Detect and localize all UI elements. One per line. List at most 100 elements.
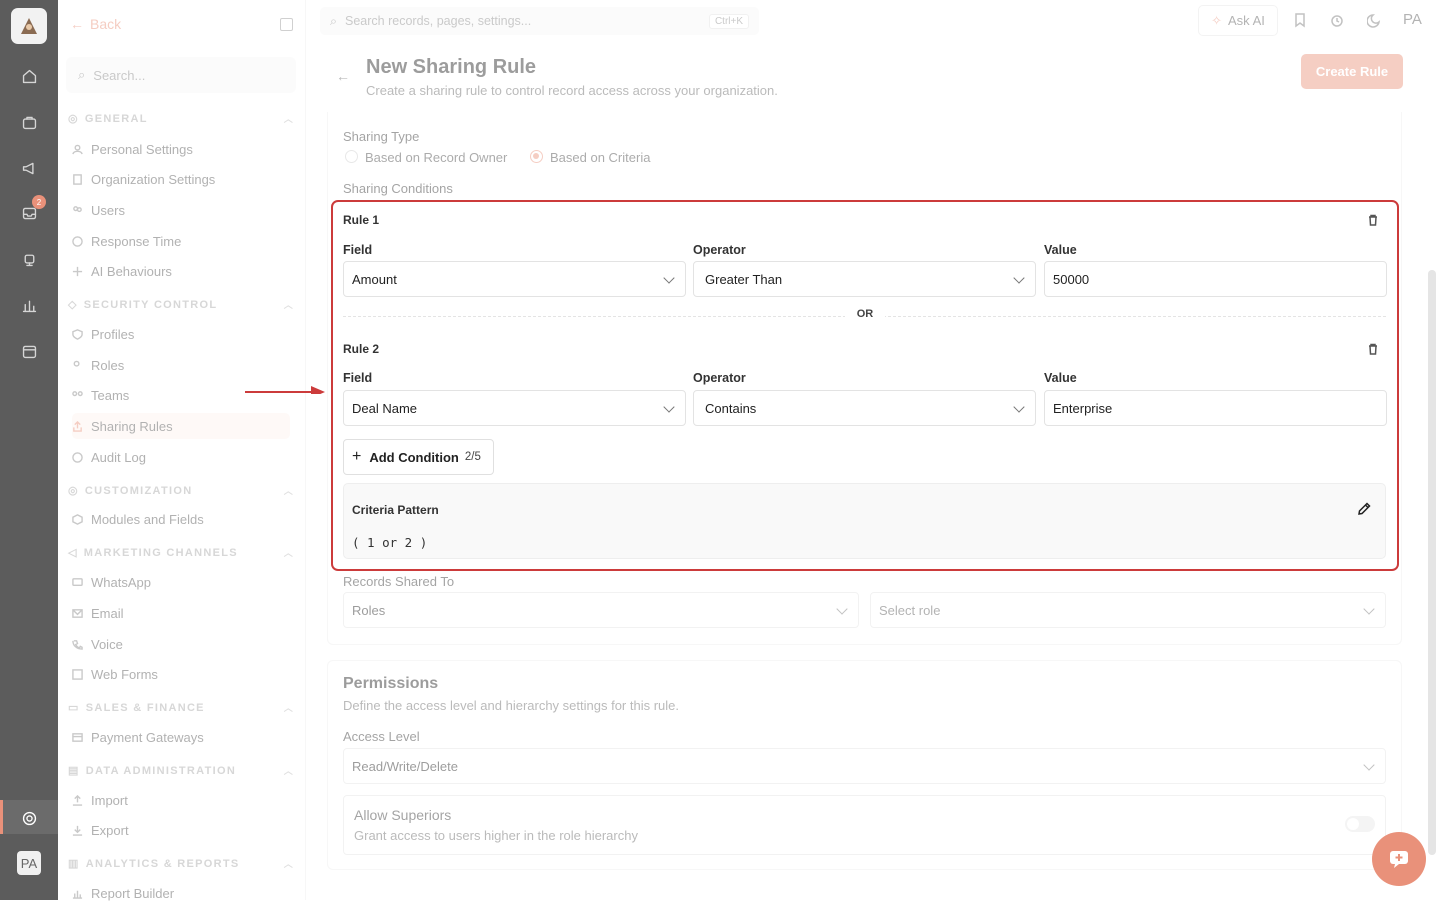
sidebar-item-profiles[interactable]: Profiles xyxy=(72,321,290,347)
radio-record-owner[interactable] xyxy=(345,150,358,163)
global-search-placeholder: Search records, pages, settings... xyxy=(345,14,532,28)
criteria-pattern-value: ( 1 or 2 ) xyxy=(352,535,428,550)
section-general[interactable]: ◎ GENERAL ︿ xyxy=(68,112,294,126)
sidebar-item-email[interactable]: Email xyxy=(72,600,290,626)
sidebar-item-modules-fields[interactable]: Modules and Fields xyxy=(72,506,290,532)
select-role-dropdown[interactable]: Select role xyxy=(870,592,1386,628)
sidebar-item-import[interactable]: Import xyxy=(72,787,290,813)
section-marketing-channels[interactable]: ◁ MARKETING CHANNELS ︿ xyxy=(68,546,294,560)
section-security-control[interactable]: ◇ SECURITY CONTROL ︿ xyxy=(68,298,294,312)
chevron-down-icon xyxy=(1013,272,1025,284)
section-sales-finance[interactable]: ▭ SALES & FINANCE ︿ xyxy=(68,701,294,715)
section-customization[interactable]: ◎ CUSTOMIZATION ︿ xyxy=(68,484,294,498)
pencil-icon[interactable] xyxy=(1357,502,1371,521)
sidebar-item-label: AI Behaviours xyxy=(91,263,172,279)
chevron-up-icon: ︿ xyxy=(283,859,294,869)
section-label: ANALYTICS & REPORTS xyxy=(85,857,240,870)
sidebar-item-personal-settings[interactable]: Personal Settings xyxy=(72,136,290,162)
rule-2-field-select[interactable]: Deal Name xyxy=(343,390,686,426)
trash-icon[interactable] xyxy=(1367,213,1379,226)
user-avatar[interactable]: PA xyxy=(1403,11,1422,28)
home-icon[interactable] xyxy=(19,66,39,86)
sidebar-item-export[interactable]: Export xyxy=(72,817,290,843)
create-rule-button[interactable]: Create Rule xyxy=(1301,54,1403,89)
ask-ai-label: Ask AI xyxy=(1228,13,1265,28)
sidebar-item-ai-behaviours[interactable]: AI Behaviours xyxy=(72,258,290,284)
chevron-down-icon xyxy=(836,603,848,615)
users-icon xyxy=(73,205,82,212)
upload-icon xyxy=(72,794,83,806)
arrow-left-icon[interactable]: ← xyxy=(336,68,350,84)
section-label: DATA ADMINISTRATION xyxy=(85,764,237,777)
sidebar-item-response-time[interactable]: Response Time xyxy=(72,228,290,254)
rule-1-field-select[interactable]: Amount xyxy=(343,261,686,297)
avatar[interactable]: PA xyxy=(17,851,41,875)
sidebar-item-whatsapp[interactable]: WhatsApp xyxy=(72,569,290,595)
sidebar-item-report-builder[interactable]: Report Builder xyxy=(72,880,290,906)
rule-2-value-input[interactable]: Enterprise xyxy=(1044,390,1387,426)
sparkle-icon xyxy=(72,266,83,276)
field-label: Field xyxy=(343,371,373,385)
ask-ai-button[interactable]: ✧ Ask AI xyxy=(1198,5,1278,36)
allow-superiors-toggle[interactable] xyxy=(1345,816,1375,832)
sidebar-search-placeholder: Search... xyxy=(93,67,146,83)
megaphone-icon[interactable] xyxy=(19,158,39,178)
sidebar-item-audit-log[interactable]: Audit Log xyxy=(72,444,290,470)
rule-1-operator-select[interactable]: Greater Than xyxy=(693,261,1036,297)
sidebar-item-voice[interactable]: Voice xyxy=(72,631,290,657)
chevron-up-icon: ︿ xyxy=(283,548,294,558)
chat-icon xyxy=(72,577,83,586)
sidebar-item-label: WhatsApp xyxy=(91,574,151,590)
access-level-select[interactable]: Read/Write/Delete xyxy=(343,748,1386,784)
database-icon: ▤ xyxy=(68,765,80,777)
criteria-pattern-label: Criteria Pattern xyxy=(352,503,439,517)
scrollbar[interactable] xyxy=(1428,270,1436,855)
sidebar-item-label: Personal Settings xyxy=(91,141,193,157)
sidebar-item-roles[interactable]: Roles xyxy=(72,352,290,378)
allow-superiors-row xyxy=(343,795,1386,855)
chat-launcher-button[interactable] xyxy=(1372,832,1426,886)
chart-icon[interactable] xyxy=(19,295,39,315)
collapse-sidebar-icon[interactable] xyxy=(280,18,293,31)
sidebar-item-label: Voice xyxy=(91,636,123,652)
trash-icon[interactable] xyxy=(1367,342,1379,355)
sidebar-item-users[interactable]: Users xyxy=(72,197,290,223)
bookmark-icon[interactable] xyxy=(1292,12,1308,28)
shared-type-select[interactable]: Roles xyxy=(343,592,859,628)
back-link[interactable]: ← Back xyxy=(70,16,121,32)
rule-1-value-input[interactable]: 50000 xyxy=(1044,261,1387,297)
rule-1-value-text: 50000 xyxy=(1053,271,1090,287)
sidebar-item-sharing-rules[interactable]: Sharing Rules xyxy=(72,413,290,439)
sidebar-item-label: Export xyxy=(91,822,129,838)
section-analytics-reports[interactable]: ▥ ANALYTICS & REPORTS ︿ xyxy=(68,857,294,871)
sidebar-search-input[interactable]: ⌕ Search... xyxy=(66,57,296,93)
mail-icon xyxy=(72,608,83,618)
rule-2-operator-select[interactable]: Contains xyxy=(693,390,1036,426)
app-logo-icon[interactable] xyxy=(11,8,47,44)
section-data-administration[interactable]: ▤ DATA ADMINISTRATION ︿ xyxy=(68,764,294,778)
allow-superiors-title: Allow Superiors xyxy=(354,807,452,823)
sidebar-item-label: Import xyxy=(91,792,128,808)
sidebar-item-web-forms[interactable]: Web Forms xyxy=(72,661,290,687)
radio-criteria[interactable] xyxy=(530,150,543,163)
allow-superiors-desc: Grant access to users higher in the role… xyxy=(354,828,638,843)
moon-icon[interactable] xyxy=(1366,12,1383,28)
radio-criteria-label[interactable]: Based on Criteria xyxy=(550,150,650,165)
settings-icon[interactable] xyxy=(19,808,39,828)
sidebar-item-organization-settings[interactable]: Organization Settings xyxy=(72,166,290,192)
sidebar-item-payment-gateways[interactable]: Payment Gateways xyxy=(72,724,290,750)
sidebar-item-label: Roles xyxy=(91,357,125,373)
radio-record-owner-label[interactable]: Based on Record Owner xyxy=(365,150,507,165)
operator-label: Operator xyxy=(693,243,746,257)
sharing-type-label: Sharing Type xyxy=(343,129,420,144)
calendar-icon[interactable] xyxy=(19,341,39,361)
bot-icon[interactable] xyxy=(19,249,39,269)
gear-icon: ◎ xyxy=(68,113,79,125)
add-condition-button[interactable]: + Add Condition 2/5 xyxy=(343,439,494,475)
alarm-clock-icon[interactable] xyxy=(1329,12,1345,28)
sidebar-item-label: Web Forms xyxy=(91,666,158,682)
permissions-title: Permissions xyxy=(343,675,439,692)
sparkle-icon: ✧ xyxy=(1211,12,1223,28)
briefcase-icon[interactable] xyxy=(19,112,39,132)
global-search-input[interactable]: ⌕ Search records, pages, settings... Ctrl+… xyxy=(320,7,759,35)
